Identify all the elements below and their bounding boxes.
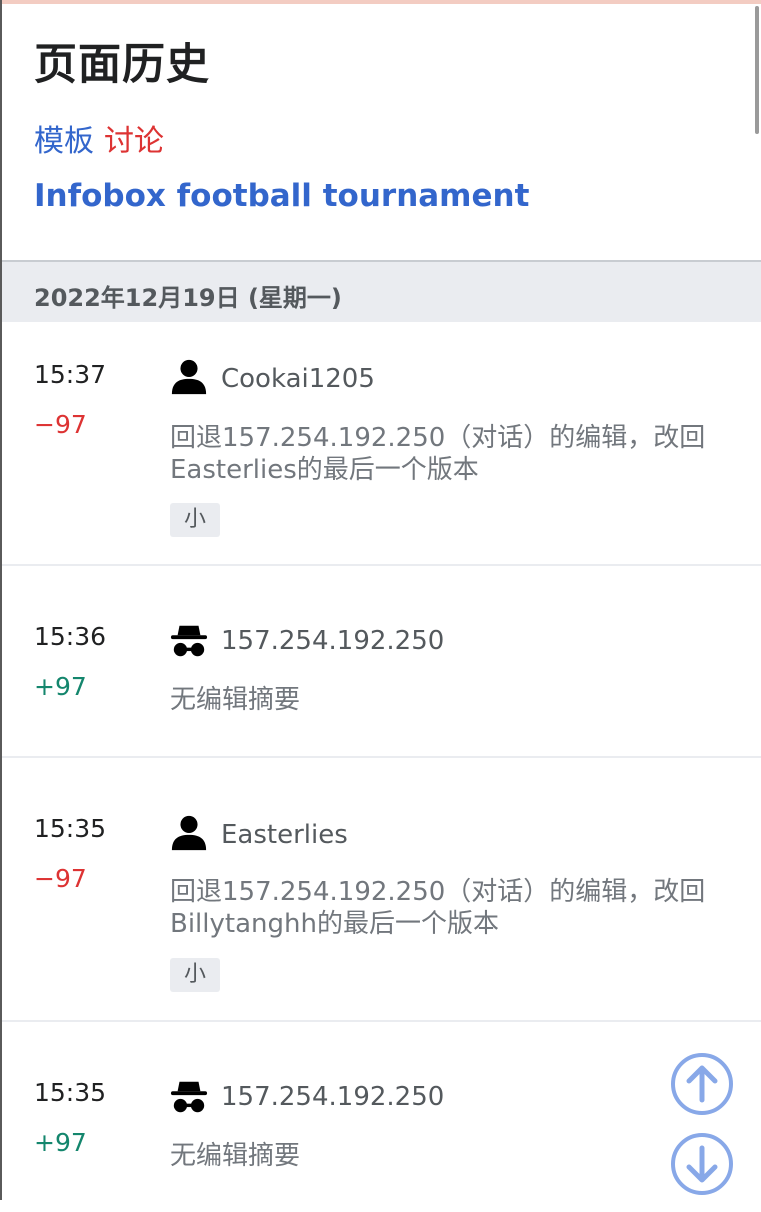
date-header: 2022年12月19日 (星期一) (2, 260, 761, 322)
history-entry[interactable]: 15:35 −97 Easterlies 回退157.254.192.250（对… (2, 758, 761, 1022)
scrollbar-thumb[interactable] (755, 6, 759, 134)
entry-diff-size: +97 (34, 672, 87, 701)
entry-time[interactable]: 15:35 (34, 1078, 106, 1107)
page-title: 页面历史 (34, 40, 210, 90)
user-icon (171, 359, 207, 395)
entry-summary: 回退157.254.192.250（对话）的编辑，改回Easterlies的最后… (170, 423, 706, 485)
minor-edit-badge: 小 (170, 503, 220, 537)
entry-diff-size: −97 (34, 410, 87, 439)
entry-diff-size: +97 (34, 1128, 87, 1157)
anonymous-user-icon (170, 1081, 208, 1113)
tab-talk[interactable]: 讨论 (104, 124, 164, 159)
entry-summary: 无编辑摘要 (170, 685, 301, 715)
page-name-link[interactable]: Infobox football tournament (34, 178, 529, 214)
anonymous-user-icon (170, 625, 208, 657)
date-header-label: 2022年12月19日 (星期一) (34, 284, 342, 312)
entry-time[interactable]: 15:36 (34, 622, 106, 651)
entry-diff-size: −97 (34, 864, 87, 893)
entry-summary: 回退157.254.192.250（对话）的编辑，改回Billytanghh的最… (170, 877, 706, 939)
entry-summary: 无编辑摘要 (170, 1141, 301, 1171)
entry-time[interactable]: 15:37 (34, 360, 106, 389)
history-entry[interactable]: 15:36 +97 157.254.192.250 无编辑摘要 (2, 566, 761, 758)
history-entry[interactable]: 15:35 +97 157.254.192.250 无编辑摘要 (2, 1022, 761, 1212)
history-entry[interactable]: 15:37 −97 Cookai1205 回退157.254.192.250（对… (2, 322, 761, 566)
minor-edit-badge: 小 (170, 958, 220, 992)
arrow-up-circle-icon[interactable] (670, 1052, 734, 1116)
tab-template[interactable]: 模板 (34, 124, 94, 159)
entry-user-link[interactable]: 157.254.192.250 (221, 626, 444, 656)
entry-user-link[interactable]: Cookai1205 (221, 364, 375, 394)
top-status-strip (0, 0, 761, 4)
entry-user-link[interactable]: 157.254.192.250 (221, 1082, 444, 1112)
entry-user-link[interactable]: Easterlies (221, 820, 348, 850)
namespace-tabs: 模板 讨论 (34, 116, 174, 160)
entry-time[interactable]: 15:35 (34, 814, 106, 843)
arrow-down-circle-icon[interactable] (670, 1132, 734, 1196)
user-icon (171, 815, 207, 851)
